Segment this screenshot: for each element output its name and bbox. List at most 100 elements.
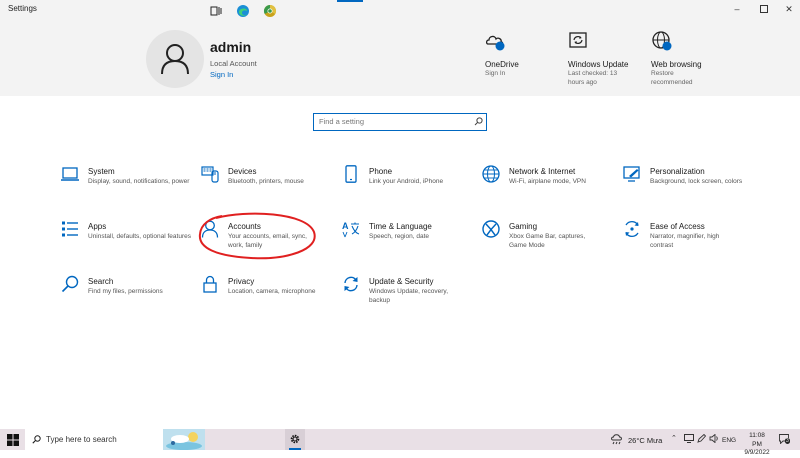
taskbar-settings[interactable]	[285, 429, 305, 450]
tile-title: Ease of Access	[650, 222, 705, 231]
tile-search[interactable]: Search Find my files, permissions	[61, 275, 191, 315]
tile-title: System	[88, 167, 115, 176]
account-name: admin	[210, 39, 252, 55]
web-browsing-sub: Restore recommended	[651, 70, 693, 86]
task-view-button[interactable]	[210, 3, 224, 18]
tile-description: Bluetooth, printers, mouse	[228, 178, 304, 185]
windows-update-title: Windows Update	[568, 60, 629, 69]
search-icon	[32, 435, 41, 444]
edge-browser-icon	[237, 5, 249, 17]
tile-ease-of-access[interactable]: Ease of Access Narrator, magnifier, high…	[623, 220, 753, 260]
phone-icon	[345, 165, 357, 183]
web-browsing-icon	[651, 30, 673, 52]
weather-art-icon	[163, 429, 205, 450]
tile-apps[interactable]: Apps Uninstall, defaults, optional featu…	[61, 220, 191, 260]
avatar[interactable]	[146, 30, 204, 88]
maximize-icon	[760, 5, 768, 13]
header-windows-update[interactable]: Windows Update Last checked: 13 hours ag…	[568, 30, 628, 87]
chrome-canary-icon	[263, 4, 277, 17]
apps-icon	[62, 221, 78, 237]
tile-title: Apps	[88, 222, 107, 231]
onedrive-icon	[485, 30, 507, 52]
windows-logo-icon	[7, 434, 19, 446]
weather-tray-icon[interactable]	[610, 433, 624, 447]
find-setting-search-box[interactable]	[313, 113, 487, 131]
tile-title: Time & Language	[369, 222, 432, 231]
tile-description: Location, camera, microphone	[228, 288, 316, 295]
laptop-icon	[61, 167, 79, 181]
tile-description: Windows Update, recovery, backup	[369, 288, 448, 304]
title-bar: Settings – ✕	[0, 0, 800, 18]
start-button[interactable]	[7, 433, 21, 447]
xbox-icon	[482, 220, 500, 238]
time-language-icon: A	[342, 221, 360, 238]
window-title: Settings	[8, 4, 37, 13]
clock[interactable]: 11:08 PM 9/9/2022	[744, 432, 770, 458]
user-avatar-icon	[161, 44, 189, 75]
tile-description: Find my files, permissions	[88, 288, 163, 295]
windows-update-sub: Last checked: 13 hours ago	[568, 70, 618, 86]
maximize-button[interactable]	[757, 2, 771, 16]
tile-devices[interactable]: Devices Bluetooth, printers, mouse	[201, 165, 331, 205]
tile-description: Xbox Game Bar, captures, Game Mode	[509, 233, 586, 249]
onedrive-sub: Sign In	[485, 70, 506, 77]
weather-widget-image[interactable]	[163, 429, 205, 450]
tile-title: Gaming	[509, 222, 538, 231]
search-icon	[61, 275, 79, 293]
gear-icon	[290, 434, 300, 444]
header-web-browsing[interactable]: Web browsing Restore recommended	[651, 30, 706, 87]
clock-date: 9/9/2022	[744, 449, 770, 456]
personalization-icon	[623, 166, 640, 182]
weather-text[interactable]: 26°C Mưa	[628, 436, 662, 445]
header-onedrive[interactable]: OneDrive Sign In	[485, 30, 545, 79]
search-input[interactable]	[319, 115, 469, 128]
taskbar-edge[interactable]	[236, 3, 252, 18]
close-button[interactable]: ✕	[782, 2, 796, 16]
tile-network-internet[interactable]: Network & Internet Wi-Fi, airplane mode,…	[482, 165, 612, 205]
network-icon[interactable]	[684, 434, 694, 445]
tile-gaming[interactable]: Gaming Xbox Game Bar, captures, Game Mod…	[482, 220, 612, 260]
tile-title: Personalization	[650, 167, 705, 176]
tile-time-language[interactable]: A Time & Language Speech, region, date	[342, 220, 472, 260]
windows-update-icon	[568, 30, 590, 52]
tile-personalization[interactable]: Personalization Background, lock screen,…	[623, 165, 753, 205]
minimize-button[interactable]: –	[730, 2, 744, 16]
taskbar-chrome-canary[interactable]	[263, 3, 279, 18]
rain-cloud-icon	[611, 434, 622, 445]
input-language[interactable]: ENG	[722, 437, 736, 444]
tile-privacy[interactable]: Privacy Location, camera, microphone	[201, 275, 331, 315]
tile-title: Update & Security	[369, 277, 434, 286]
tile-title: Search	[88, 277, 114, 286]
tile-description: Uninstall, defaults, optional features	[88, 233, 191, 240]
tile-title: Privacy	[228, 277, 255, 286]
lock-icon	[203, 275, 217, 293]
tile-description: Background, lock screen, colors	[650, 178, 743, 185]
devices-icon	[201, 166, 219, 183]
tile-title: Devices	[228, 167, 257, 176]
clock-time: 11:08 PM	[749, 432, 765, 448]
title-accent-line	[337, 0, 363, 2]
web-browsing-title: Web browsing	[651, 60, 702, 69]
tile-phone[interactable]: Phone Link your Android, iPhone	[342, 165, 472, 205]
tile-description: Link your Android, iPhone	[369, 178, 444, 185]
chevron-up-icon[interactable]: ⌃	[671, 434, 677, 442]
account-sign-in-link[interactable]: Sign In	[210, 70, 233, 79]
tile-description: Wi-Fi, airplane mode, VPN	[509, 178, 586, 185]
tile-description: Narrator, magnifier, high contrast	[650, 233, 720, 249]
globe-icon	[482, 165, 500, 183]
notification-count-badge: 3	[785, 438, 790, 444]
tile-title: Phone	[369, 167, 393, 176]
tile-system[interactable]: System Display, sound, notifications, po…	[61, 165, 191, 205]
tile-title: Network & Internet	[509, 167, 576, 176]
pen-icon[interactable]	[697, 433, 707, 445]
red-annotation-ring	[198, 212, 316, 260]
tile-update-security[interactable]: Update & Security Windows Update, recove…	[342, 275, 472, 315]
update-icon	[344, 276, 358, 292]
svg-text:A: A	[342, 221, 349, 231]
account-type: Local Account	[210, 59, 257, 68]
volume-icon[interactable]	[709, 433, 719, 445]
tile-description: Display, sound, notifications, power	[88, 178, 190, 185]
tile-description: Speech, region, date	[369, 233, 429, 240]
notification-center-button[interactable]: 3	[779, 434, 790, 446]
task-view-icon	[210, 6, 222, 16]
